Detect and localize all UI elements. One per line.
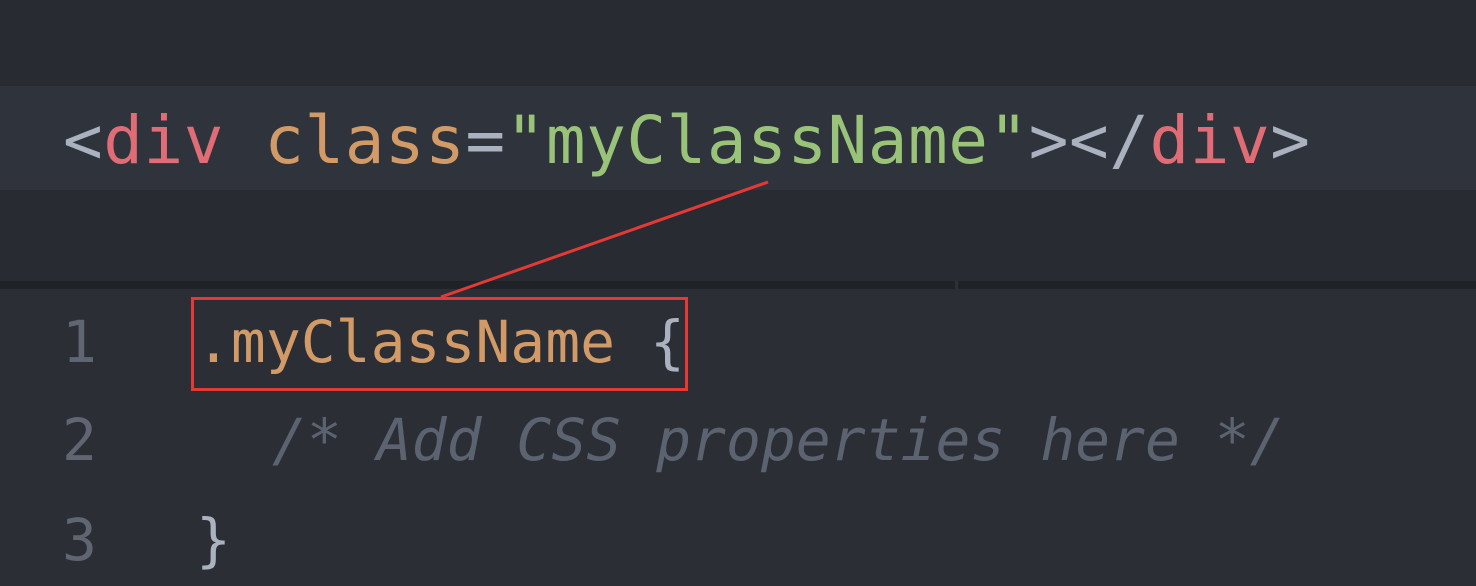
html-close-open-tag: ></	[1028, 102, 1150, 179]
html-code: <div class="myClassName"></div>	[63, 106, 1310, 176]
html-class-value: myClassName	[545, 102, 989, 179]
html-end-bracket: >	[1270, 102, 1311, 179]
html-space	[224, 102, 264, 179]
pane-divider[interactable]	[0, 281, 1476, 289]
selector-highlight-box	[191, 297, 688, 391]
html-attribute-name: class	[264, 102, 466, 179]
line-number-3: 3	[62, 506, 97, 574]
line-number-1: 1	[62, 308, 97, 376]
html-tag-name: div	[103, 102, 224, 179]
css-line-2[interactable]: /* Add CSS properties here */	[272, 410, 1285, 470]
pane-divider-notch	[955, 281, 958, 289]
html-open-bracket: <	[63, 102, 104, 179]
html-quote-close: "	[988, 102, 1029, 179]
line-number-2: 2	[62, 406, 97, 474]
html-quote-open: "	[505, 102, 546, 179]
css-close-brace: }	[196, 506, 231, 574]
html-closing-tag-name: div	[1149, 102, 1271, 179]
css-comment: /* Add CSS properties here */	[272, 406, 1285, 474]
css-line-3[interactable]: }	[196, 510, 231, 570]
html-equals: =	[465, 102, 506, 179]
